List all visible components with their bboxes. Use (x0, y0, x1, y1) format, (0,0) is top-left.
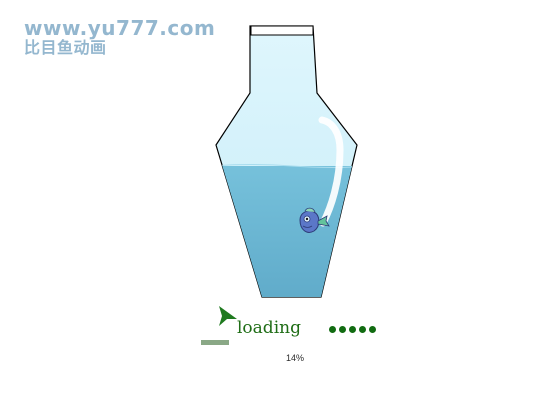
loader-scene (215, 25, 358, 326)
loading-dot (329, 326, 336, 333)
loading-dot (369, 326, 376, 333)
bottle-cap (250, 25, 314, 36)
bottle (215, 25, 358, 298)
green-arrow-icon (219, 306, 237, 326)
loading-dot (339, 326, 346, 333)
water (216, 164, 357, 297)
progress-percent: 14% (286, 353, 305, 363)
progress-fill (201, 340, 229, 345)
progress-bar (201, 340, 229, 345)
loading-dots (329, 326, 376, 333)
loading-dot (359, 326, 366, 333)
loading-dot (349, 326, 356, 333)
loading-label: loading (237, 318, 301, 338)
